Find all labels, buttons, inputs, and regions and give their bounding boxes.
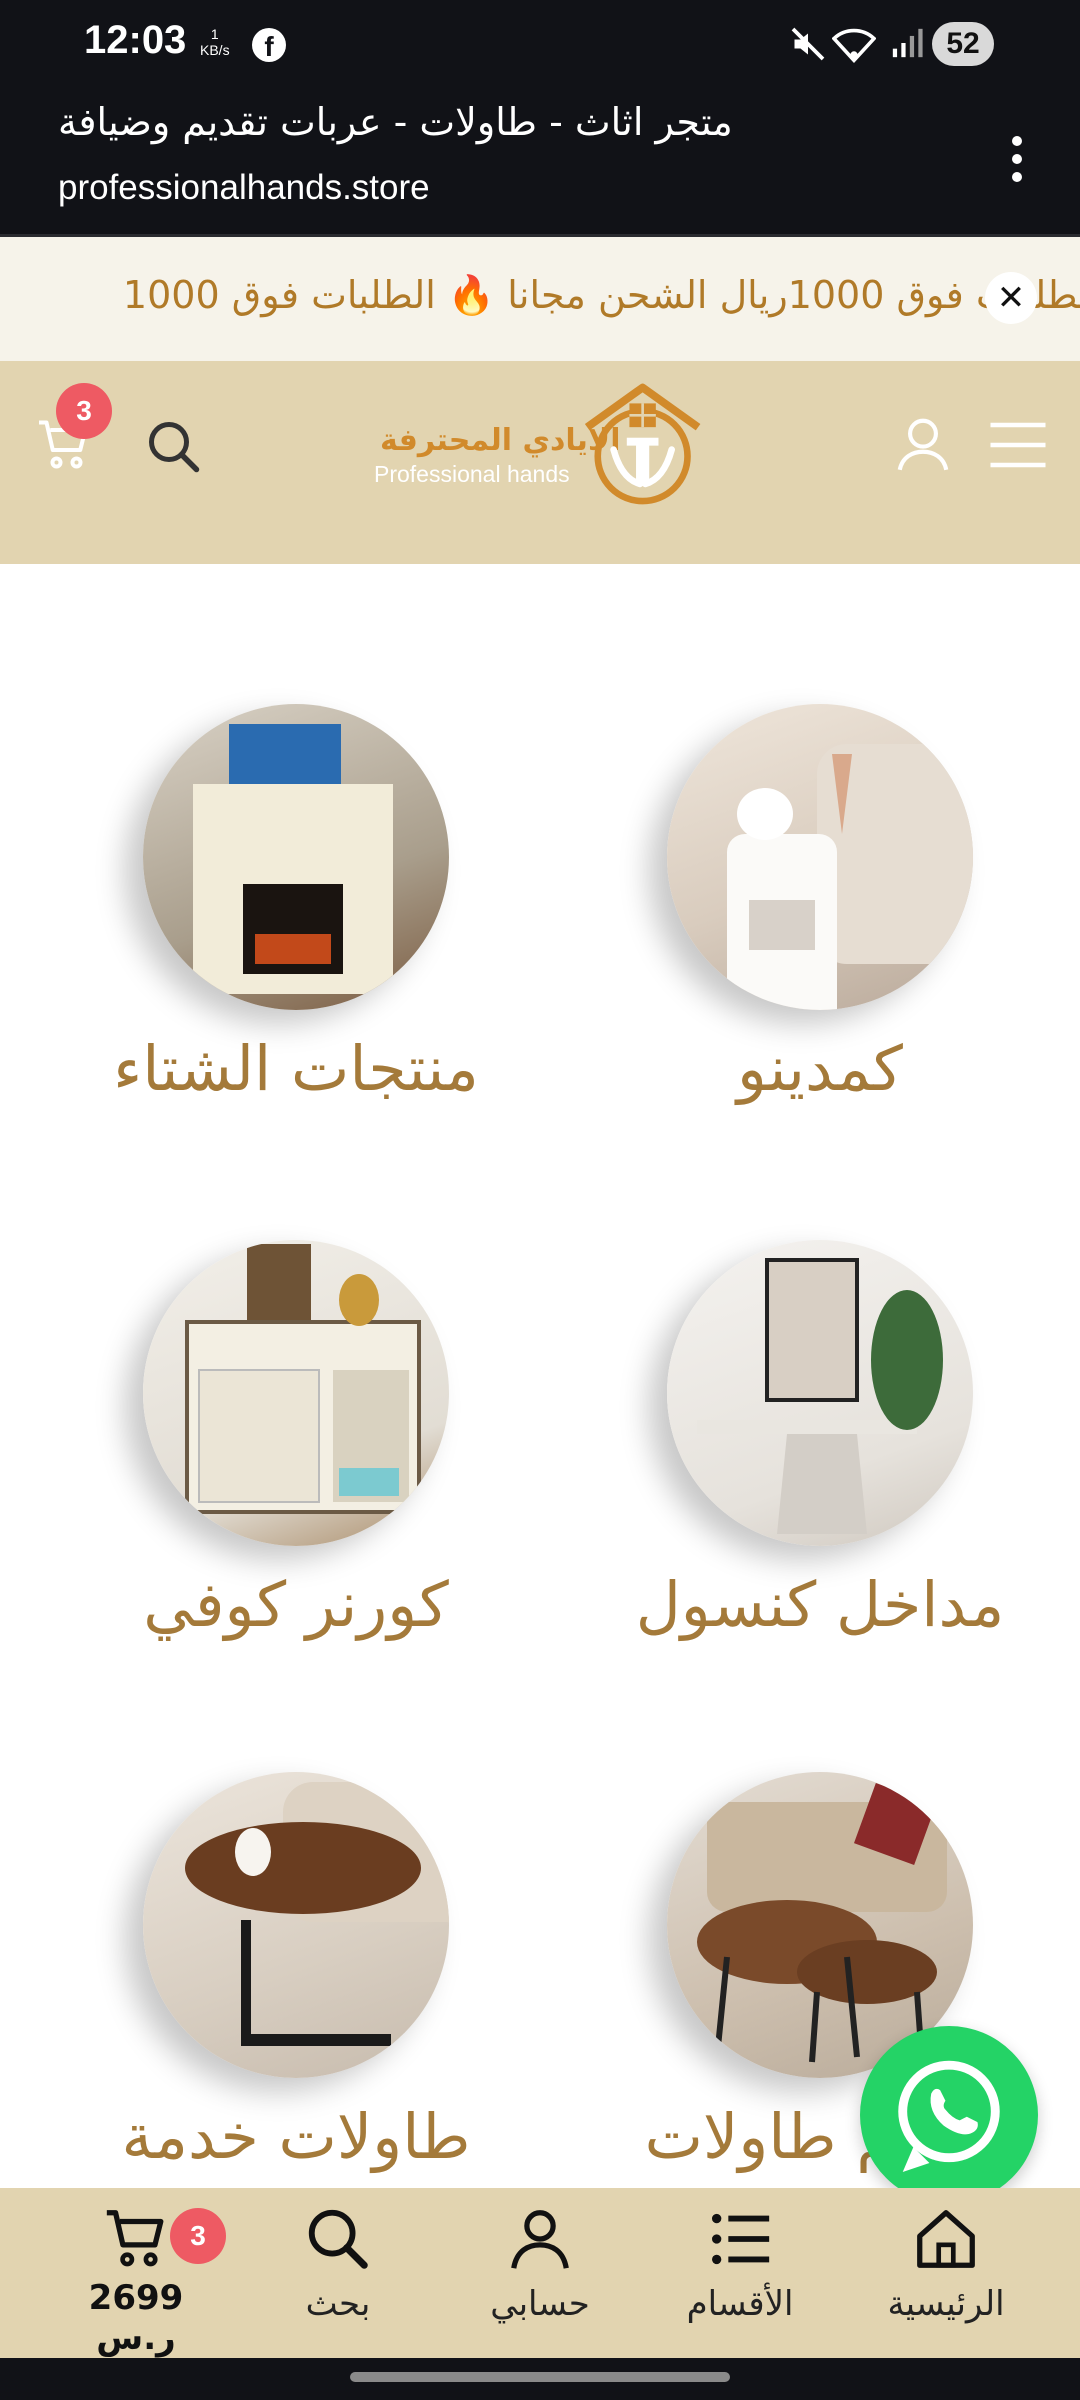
category-label[interactable]: مداخل كنسول	[560, 1568, 1080, 1641]
whatsapp-icon	[898, 2060, 1000, 2172]
category-label[interactable]: كورنر كوفي	[36, 1568, 556, 1641]
cart-count-badge: 3	[56, 383, 112, 439]
close-announcement-button[interactable]: ✕	[985, 272, 1037, 324]
bottom-navigation: الرئيسية الأقسام حسابي بحث 2699 ر.س 3	[0, 2188, 1080, 2358]
category-image[interactable]	[143, 1240, 449, 1546]
category-image[interactable]	[667, 1240, 973, 1546]
signal-icon	[892, 28, 923, 58]
category-card[interactable]: طاولات خدمة	[36, 1772, 556, 2173]
facebook-notification-icon: f	[252, 28, 286, 62]
page-url[interactable]: professionalhands.store	[58, 168, 430, 208]
search-icon[interactable]	[144, 417, 204, 477]
account-icon	[511, 2210, 569, 2269]
battery-indicator: 52	[932, 22, 994, 66]
nav-categories[interactable]: الأقسام	[650, 2204, 830, 2324]
mute-icon	[791, 27, 825, 61]
category-image[interactable]	[143, 704, 449, 1010]
logo-text-english: Professional hands	[374, 461, 570, 487]
home-gesture-handle[interactable]	[350, 2372, 730, 2382]
more-options-button[interactable]	[1000, 128, 1034, 198]
status-time: 12:03	[84, 18, 187, 62]
category-card[interactable]: كورنر كوفي	[36, 1240, 556, 1641]
announcement-marquee: لطلبات فوق 1000ريال الشحن مجانا 🔥 الطلبا…	[123, 273, 1080, 318]
whatsapp-button[interactable]	[860, 2026, 1038, 2204]
nav-account[interactable]: حسابي	[450, 2204, 630, 2324]
category-image[interactable]	[143, 1772, 449, 2078]
nav-home[interactable]: الرئيسية	[856, 2204, 1036, 2324]
page-title: متجر اثاث - طاولات - عربات تقديم وضيافة	[58, 100, 733, 144]
nav-categories-label: الأقسام	[686, 2284, 794, 2324]
cart-total: 2699 ر.س	[88, 2278, 184, 2358]
bottom-cart-badge: 3	[170, 2208, 226, 2264]
browser-title-bar: متجر اثاث - طاولات - عربات تقديم وضيافة …	[0, 90, 1080, 237]
category-card[interactable]: كمدينو	[560, 704, 1080, 1105]
logo-house-hands-icon[interactable]	[574, 377, 706, 509]
announcement-text-repeat: الطلبات فوق 1000	[122, 273, 436, 317]
category-label[interactable]: طاولات خدمة	[36, 2100, 556, 2173]
category-card[interactable]: منتجات الشتاء	[36, 704, 556, 1105]
home-icon	[917, 2210, 975, 2268]
nav-search-label: بحث	[305, 2284, 371, 2324]
announcement-bar: لطلبات فوق 1000ريال الشحن مجانا 🔥 الطلبا…	[0, 237, 1080, 361]
network-speed: 1 KB/s	[200, 26, 230, 58]
list-icon	[712, 2213, 770, 2265]
site-header: 3 الأيادي المحترفة Professional hands	[0, 361, 1080, 564]
cart-icon	[106, 2210, 164, 2267]
hamburger-menu-icon[interactable]	[988, 417, 1048, 473]
system-gesture-bar	[0, 2358, 1080, 2400]
nav-account-label: حسابي	[490, 2284, 590, 2324]
account-icon[interactable]	[892, 413, 954, 475]
network-speed-value: 1	[210, 26, 219, 42]
category-label[interactable]: كمدينو	[560, 1032, 1080, 1105]
category-label[interactable]: منتجات الشتاء	[36, 1032, 556, 1105]
category-image[interactable]	[667, 704, 973, 1010]
fire-icon: 🔥	[435, 273, 496, 317]
status-bar: 12:03 1 KB/s f 52	[0, 0, 1080, 90]
category-card[interactable]: مداخل كنسول	[560, 1240, 1080, 1641]
search-icon	[308, 2209, 368, 2269]
nav-home-label: الرئيسية	[887, 2284, 1005, 2324]
wifi-icon	[832, 28, 876, 64]
network-speed-unit: KB/s	[200, 42, 230, 58]
nav-search[interactable]: بحث	[248, 2204, 428, 2324]
